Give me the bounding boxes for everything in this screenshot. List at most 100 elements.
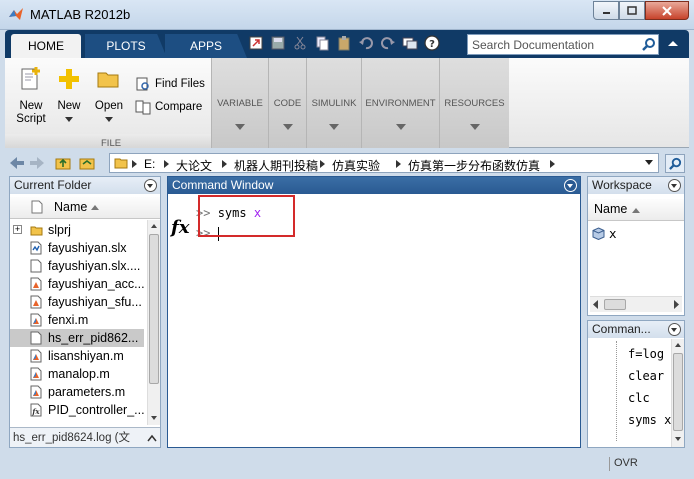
workspace-title: Workspace <box>592 178 652 192</box>
ribbon-group-code[interactable]: CODE <box>268 58 306 148</box>
crumb-0[interactable]: 大论文 <box>176 157 212 174</box>
file-row[interactable]: fayushiyan_acc... <box>10 275 144 293</box>
file-row[interactable]: fx PID_controller_... <box>10 401 144 419</box>
history-entry[interactable]: f=log <box>628 343 671 365</box>
browse-folder-icon[interactable] <box>79 155 95 171</box>
close-button[interactable] <box>645 1 689 20</box>
forward-arrow-icon[interactable] <box>29 155 45 171</box>
code-expand-icon <box>282 124 293 130</box>
help-button[interactable]: ? <box>422 33 442 53</box>
file-row[interactable]: manalop.m <box>10 365 144 383</box>
tab-plots[interactable]: PLOTS <box>85 34 167 58</box>
new-dropdown-icon <box>65 117 73 122</box>
find-files-button[interactable]: Find Files <box>135 76 205 92</box>
history-scroll-thumb[interactable] <box>673 353 683 431</box>
expand-icon[interactable]: + <box>13 225 22 234</box>
ribbon-group-simulink[interactable]: SIMULINK <box>306 58 361 148</box>
workspace-name-column[interactable]: Name <box>588 199 684 221</box>
copy-button[interactable] <box>312 33 332 53</box>
crumb-1[interactable]: 机器人期刊投稿 <box>234 157 318 174</box>
window-controls <box>593 1 689 21</box>
ribbon-group-resources[interactable]: RESOURCES <box>439 58 509 148</box>
scroll-up-icon[interactable] <box>675 343 681 347</box>
folder-scrollbar[interactable] <box>147 220 160 425</box>
file-row[interactable]: fayushiyan.slx <box>10 239 144 257</box>
path-search-button[interactable] <box>665 154 685 173</box>
file-row[interactable]: hs_err_pid862... <box>10 329 144 347</box>
file-row[interactable]: fenxi.m <box>10 311 144 329</box>
file-row[interactable]: lisanshiyan.m <box>10 347 144 365</box>
redo-button[interactable] <box>378 33 398 53</box>
save-icon <box>271 36 285 50</box>
status-bar <box>0 452 694 479</box>
file-name: slprj <box>48 223 71 237</box>
file-name: fayushiyan.slx.... <box>48 259 141 273</box>
file-details-bar[interactable]: hs_err_pid8624.log (文 <box>10 427 160 447</box>
crumb-3[interactable]: 仿真第一步分布函数仿真 <box>408 157 540 174</box>
find-files-label: Find Files <box>155 78 205 90</box>
current-folder-header: Current Folder <box>10 177 160 194</box>
scroll-down-icon[interactable] <box>151 416 157 420</box>
scroll-thumb[interactable] <box>149 234 159 384</box>
matlab-logo-icon <box>9 8 23 20</box>
cut-button[interactable] <box>290 33 310 53</box>
tab-home[interactable]: HOME <box>11 34 81 58</box>
paste-button[interactable] <box>334 33 354 53</box>
history-scrollbar[interactable] <box>671 339 684 447</box>
ribbon-group-environment[interactable]: ENVIRONMENT <box>361 58 439 148</box>
search-documentation-input[interactable]: Search Documentation <box>467 34 659 55</box>
folder-icon <box>30 223 43 237</box>
file-section-label: FILE <box>101 138 122 149</box>
path-bar[interactable]: E: 大论文 机器人期刊投稿 仿真实验 仿真第一步分布函数仿真 <box>109 153 659 173</box>
crumb-separator-icon <box>164 160 169 168</box>
crumb-2[interactable]: 仿真实验 <box>332 157 380 174</box>
save-button[interactable] <box>268 33 288 53</box>
history-entry[interactable]: syms x <box>628 409 671 431</box>
back-arrow-icon[interactable] <box>9 155 25 171</box>
open-button[interactable]: Open <box>93 66 125 122</box>
new-script-button[interactable]: New Script <box>13 66 49 126</box>
collapse-ribbon-icon[interactable] <box>664 35 682 53</box>
scroll-right-icon[interactable] <box>672 300 680 309</box>
fx-file-icon: fx <box>30 403 43 417</box>
minimize-button[interactable] <box>593 1 619 20</box>
scroll-down-icon[interactable] <box>675 437 681 441</box>
folder-row[interactable]: + slprj <box>10 221 144 239</box>
workspace-scroll-thumb[interactable] <box>604 299 626 310</box>
crumb-drive[interactable]: E: <box>144 157 155 171</box>
file-name: fayushiyan.slx <box>48 241 127 255</box>
file-row[interactable]: fayushiyan.slx.... <box>10 257 144 275</box>
panel-actions-icon[interactable] <box>564 179 577 192</box>
function-browser-fx-icon[interactable]: fx <box>171 217 189 238</box>
undo-button[interactable] <box>356 33 376 53</box>
compare-button[interactable]: Compare <box>135 99 202 115</box>
crumb-separator-icon <box>396 160 401 168</box>
windows-icon <box>402 37 418 50</box>
panel-actions-icon[interactable] <box>668 323 681 336</box>
path-dropdown-icon[interactable] <box>645 160 653 165</box>
resources-expand-icon <box>469 124 480 130</box>
maximize-button[interactable] <box>619 1 645 20</box>
history-entry[interactable]: clear <box>628 365 671 387</box>
quick-tool-1[interactable] <box>246 33 266 53</box>
panel-actions-icon[interactable] <box>144 179 157 192</box>
file-name: parameters.m <box>48 385 126 399</box>
file-row[interactable]: parameters.m <box>10 383 144 401</box>
workspace-hscroll[interactable] <box>590 296 682 312</box>
command-history-title: Comman... <box>592 322 651 336</box>
tab-apps[interactable]: APPS <box>165 34 247 58</box>
m-file-icon <box>30 349 43 363</box>
scroll-left-icon[interactable] <box>592 300 600 309</box>
ribbon-group-variable[interactable]: VARIABLE <box>211 58 268 148</box>
name-column-header[interactable]: Name <box>10 197 160 219</box>
new-button[interactable]: New <box>53 66 85 122</box>
history-entry[interactable]: clc <box>628 387 671 409</box>
up-folder-icon[interactable] <box>55 155 71 171</box>
file-row[interactable]: fayushiyan_sfu... <box>10 293 144 311</box>
panel-actions-icon[interactable] <box>668 179 681 192</box>
chevron-up-icon[interactable] <box>147 434 157 442</box>
new-script-label: New Script <box>16 100 46 125</box>
search-icon[interactable] <box>642 37 656 51</box>
scroll-up-icon[interactable] <box>151 224 157 228</box>
switch-windows-button[interactable] <box>400 33 420 53</box>
